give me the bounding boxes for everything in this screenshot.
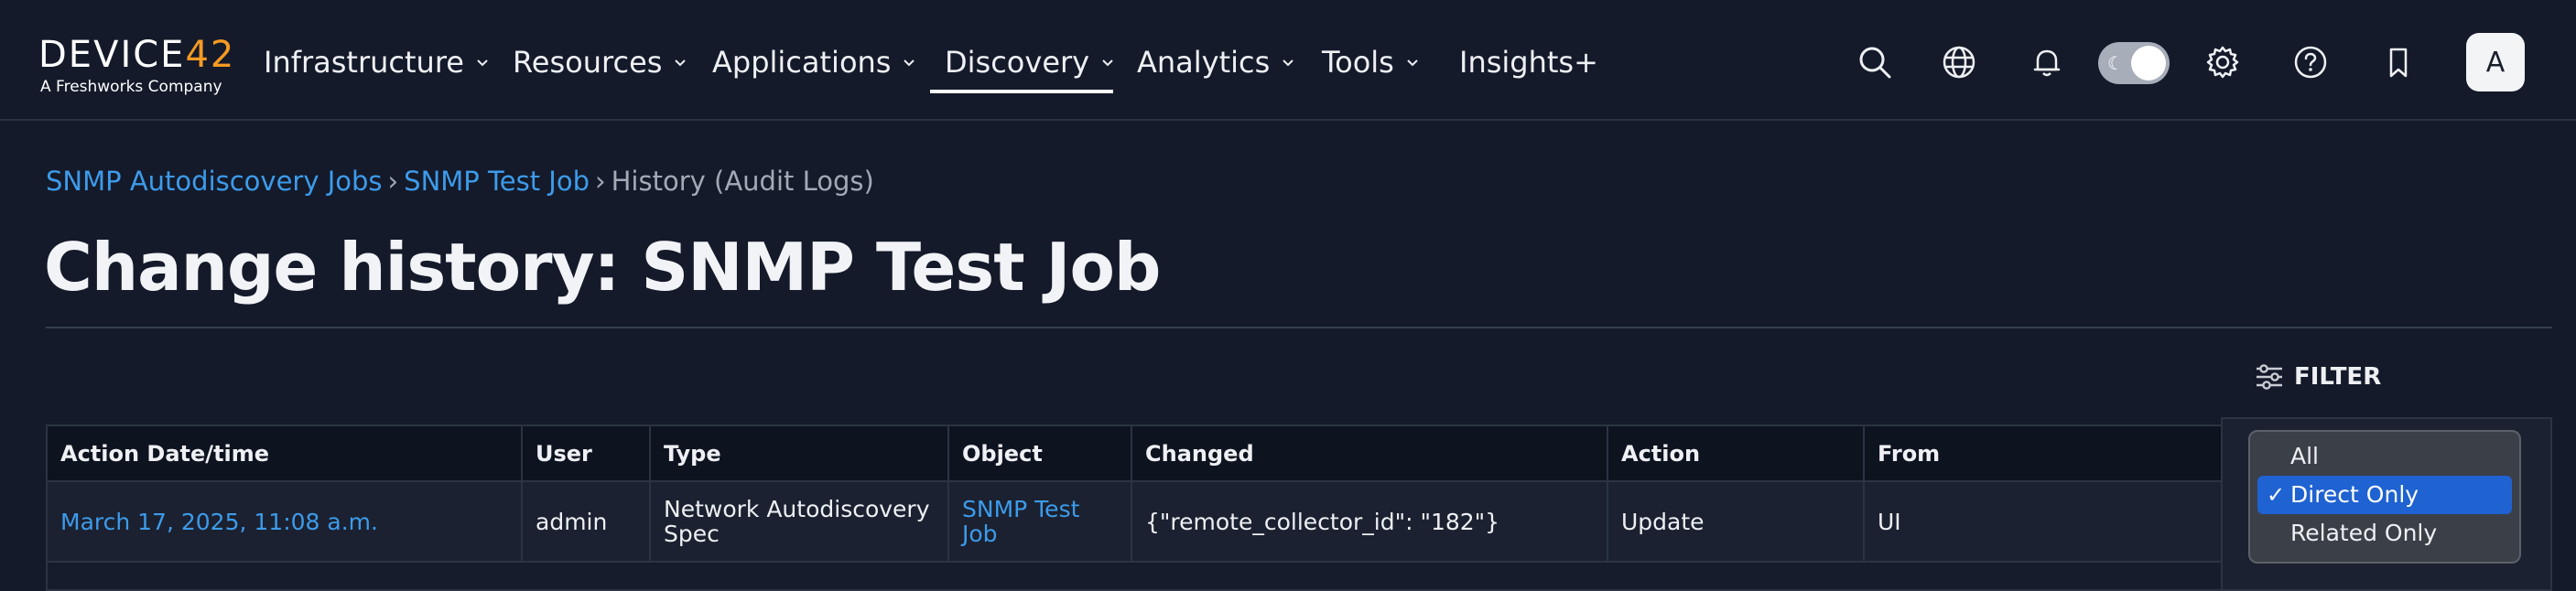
cell-type: Network Autodiscovery Spec (650, 481, 949, 563)
nav-label: Applications (712, 45, 892, 80)
table-header-row: Action Date/time User Type Object Change… (48, 426, 2550, 482)
filter-option-all[interactable]: All (2257, 437, 2512, 476)
filter-option-related-only[interactable]: Related Only (2257, 514, 2512, 553)
nav-label: Analytics (1137, 45, 1271, 80)
page-title: Change history: SNMP Test Job (44, 229, 1161, 306)
user-avatar[interactable]: A (2466, 33, 2525, 91)
bell-icon[interactable] (2027, 42, 2067, 82)
column-header[interactable]: Action Date/time (48, 426, 523, 482)
gear-icon[interactable] (2203, 42, 2243, 82)
nav-infrastructure[interactable]: Infrastructure (264, 40, 492, 84)
breadcrumb-separator: › (595, 166, 606, 197)
nav-label: Resources (513, 45, 663, 80)
option-label: Direct Only (2290, 481, 2419, 508)
nav-tools[interactable]: Tools (1322, 40, 1422, 84)
title-divider (46, 327, 2552, 328)
breadcrumb-link-snmp-test-job[interactable]: SNMP Test Job (404, 166, 590, 197)
breadcrumb-separator: › (387, 166, 399, 197)
nav-insights[interactable]: Insights+ (1459, 40, 1598, 84)
nav-label: Insights+ (1459, 45, 1598, 80)
nav-label: Infrastructure (264, 45, 464, 80)
breadcrumb: SNMP Autodiscovery Jobs › SNMP Test Job › Hi… (46, 163, 874, 199)
chevron-down-icon (1407, 59, 1418, 67)
cell-user: admin (522, 481, 651, 563)
device42-logo[interactable]: DEVICE42 A Freshworks Company (38, 33, 234, 99)
globe-icon[interactable] (1939, 42, 1979, 82)
filter-button[interactable]: FILTER (2254, 359, 2381, 395)
chevron-down-icon (1102, 59, 1113, 67)
history-table: Action Date/time User Type Object Change… (46, 424, 2552, 591)
column-header[interactable]: User (522, 426, 651, 482)
moon-icon: ☾ (2107, 52, 2124, 74)
breadcrumb-current: History (Audit Logs) (611, 166, 874, 197)
help-icon[interactable] (2290, 42, 2331, 82)
active-nav-indicator (930, 90, 1113, 93)
breadcrumb-link-snmp-jobs[interactable]: SNMP Autodiscovery Jobs (46, 166, 383, 197)
column-header[interactable]: Action (1607, 426, 1865, 482)
cell-datetime-link[interactable]: March 17, 2025, 11:08 a.m. (48, 481, 523, 563)
bookmark-icon[interactable] (2378, 42, 2419, 82)
option-label: All (2290, 443, 2319, 469)
filter-label: FILTER (2294, 363, 2382, 391)
nav-discovery[interactable]: Discovery (945, 40, 1117, 84)
logo-text: DEVICE (38, 34, 186, 76)
theme-toggle[interactable]: ☾ (2098, 42, 2170, 84)
cell-changed: {"remote_collector_id": "182"} (1131, 481, 1608, 563)
search-icon[interactable] (1855, 42, 1895, 82)
filter-dropdown-menu: All ✓ Direct Only Related Only (2248, 430, 2521, 564)
chevron-down-icon (477, 59, 488, 67)
top-navbar: DEVICE42 A Freshworks Company Infrastruc… (0, 0, 2576, 121)
column-header[interactable]: Object (948, 426, 1132, 482)
logo-number: 42 (185, 34, 236, 76)
nav-label: Tools (1322, 45, 1394, 80)
checkmark-icon: ✓ (2267, 482, 2286, 508)
nav-resources[interactable]: Resources (513, 40, 689, 84)
logo-subtitle: A Freshworks Company (40, 78, 222, 96)
chevron-down-icon (1283, 59, 1294, 67)
option-label: Related Only (2290, 520, 2438, 546)
cell-object-link[interactable]: SNMP Test Job (948, 481, 1132, 563)
nav-label: Discovery (945, 45, 1090, 80)
sliders-icon (2257, 364, 2282, 390)
nav-analytics[interactable]: Analytics (1137, 40, 1297, 84)
filter-option-direct-only[interactable]: ✓ Direct Only (2257, 476, 2512, 514)
nav-applications[interactable]: Applications (712, 40, 918, 84)
toggle-knob (2131, 46, 2166, 81)
chevron-down-icon (675, 59, 687, 67)
column-header[interactable]: Type (650, 426, 949, 482)
chevron-down-icon (904, 59, 915, 67)
cell-action: Update (1607, 481, 1865, 563)
table-row: March 17, 2025, 11:08 a.m. admin Network… (48, 481, 2550, 563)
column-header[interactable]: Changed (1131, 426, 1608, 482)
